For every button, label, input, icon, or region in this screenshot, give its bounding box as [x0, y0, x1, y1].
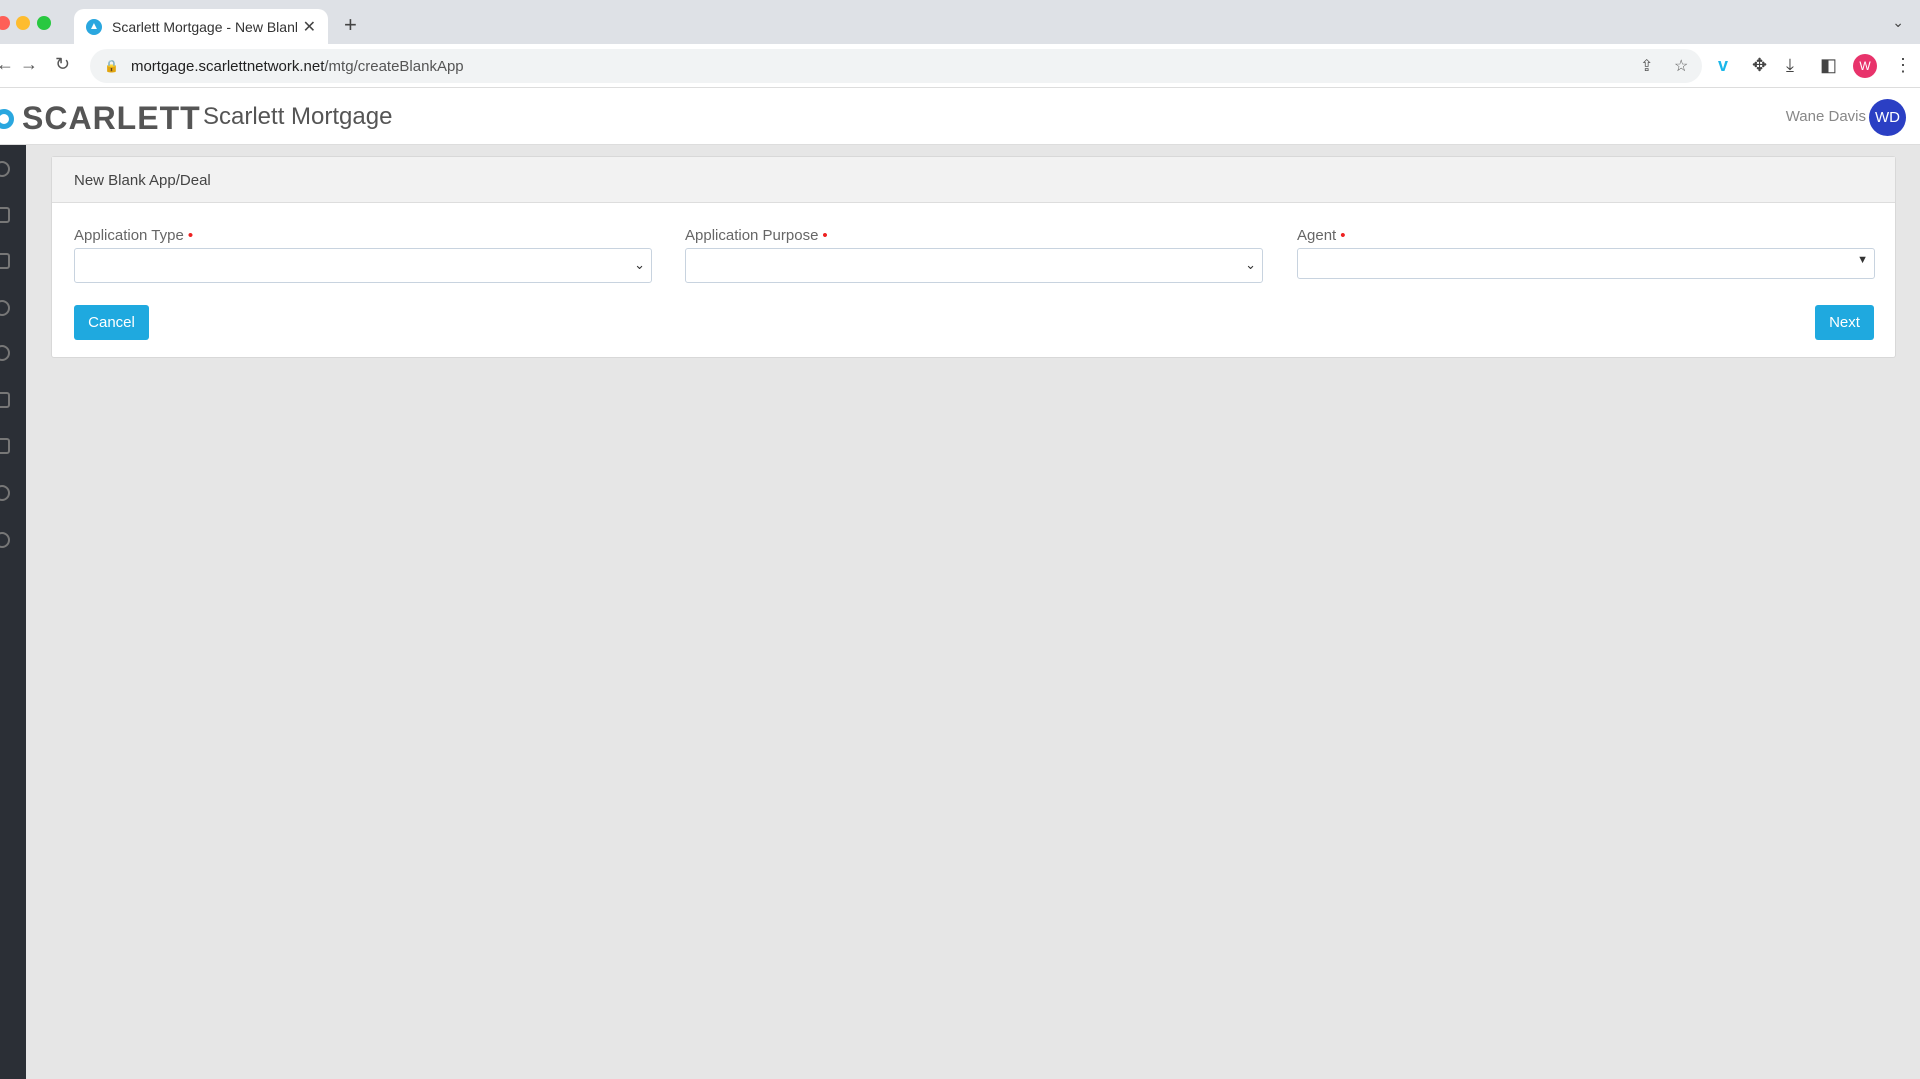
app-header: SCARLETT Scarlett Mortgage Wane Davis WD — [0, 88, 1920, 145]
sidebar-documents-icon[interactable] — [0, 207, 10, 223]
browser-tab-bar: ▲ Scarlett Mortgage - New Blank App/Deal… — [0, 0, 1920, 44]
application-purpose-label: Application Purpose• — [685, 227, 1263, 244]
browser-menu-icon[interactable]: ⋮ — [1894, 55, 1912, 76]
address-bar-row: ← → ↻ 🔒 mortgage.scarlettnetwork.net/mtg… — [0, 44, 1920, 88]
side-panel-icon[interactable]: ◧ — [1820, 55, 1837, 76]
forward-icon[interactable]: → — [20, 54, 38, 75]
cancel-button[interactable]: Cancel — [74, 305, 149, 340]
tab-search-chevron-icon[interactable]: ⌄ — [1892, 14, 1904, 31]
application-type-select[interactable]: ⌄ — [74, 248, 652, 283]
chevron-down-icon: ⌄ — [1245, 257, 1256, 273]
agent-select[interactable]: ▼ — [1297, 248, 1875, 279]
application-purpose-select[interactable]: ⌄ — [685, 248, 1263, 283]
label-text: Application Purpose — [685, 227, 818, 244]
minimize-window-button[interactable] — [16, 16, 30, 30]
reload-icon[interactable]: ↻ — [55, 54, 70, 75]
new-tab-button[interactable]: + — [344, 12, 357, 38]
required-mark: • — [1340, 227, 1345, 244]
browser-tab[interactable]: ▲ Scarlett Mortgage - New Blank App/Deal… — [74, 9, 328, 44]
user-avatar[interactable]: WD — [1869, 99, 1906, 136]
scarlett-logo[interactable]: SCARLETT — [0, 100, 201, 137]
label-text: Application Type — [74, 227, 184, 244]
app-title: Scarlett Mortgage — [203, 103, 392, 131]
sidebar-share-icon[interactable] — [0, 300, 10, 316]
tab-title: Scarlett Mortgage - New Blank App/Deal — [112, 19, 297, 35]
new-blank-app-card: New Blank App/Deal Application Type• ⌄ A… — [51, 156, 1896, 358]
url-input[interactable]: 🔒 mortgage.scarlettnetwork.net/mtg/creat… — [90, 49, 1702, 83]
lock-icon: 🔒 — [104, 59, 119, 73]
agent-field: Agent• ▼ — [1297, 227, 1875, 279]
sidebar-chart-icon[interactable] — [0, 438, 10, 454]
url-host: mortgage.scarlettnetwork.net — [131, 58, 324, 75]
site-favicon-icon: ▲ — [86, 19, 102, 35]
bookmark-star-icon[interactable]: ☆ — [1674, 56, 1688, 76]
close-window-button[interactable] — [0, 16, 10, 30]
label-text: Agent — [1297, 227, 1336, 244]
download-icon[interactable]: ⤓ — [1786, 55, 1794, 76]
sidebar-list-icon[interactable] — [0, 392, 10, 408]
sidebar-settings-icon[interactable] — [0, 485, 10, 501]
logo-ring-icon — [0, 109, 14, 129]
chevron-down-icon: ⌄ — [634, 257, 645, 273]
next-button[interactable]: Next — [1815, 305, 1874, 340]
sidebar — [0, 145, 26, 1079]
extensions-puzzle-icon[interactable]: ✥ — [1752, 55, 1767, 76]
browser-profile-avatar[interactable]: W — [1853, 54, 1877, 78]
back-icon[interactable]: ← — [0, 54, 14, 75]
application-type-field: Application Type• ⌄ — [74, 227, 652, 283]
caret-down-icon: ▼ — [1857, 254, 1868, 266]
close-tab-icon[interactable]: ✕ — [303, 17, 316, 37]
share-icon[interactable]: ⇪ — [1640, 56, 1653, 76]
card-title: New Blank App/Deal — [52, 157, 1895, 203]
required-mark: • — [188, 227, 193, 244]
sidebar-search-icon[interactable] — [0, 161, 10, 177]
application-type-label: Application Type• — [74, 227, 652, 244]
user-name[interactable]: Wane Davis — [1786, 108, 1866, 125]
logo-text: SCARLETT — [22, 100, 201, 137]
sidebar-phone-icon[interactable] — [0, 345, 10, 361]
agent-label: Agent• — [1297, 227, 1875, 244]
maximize-window-button[interactable] — [37, 16, 51, 30]
sidebar-calendar-icon[interactable] — [0, 253, 10, 269]
required-mark: • — [822, 227, 827, 244]
application-purpose-field: Application Purpose• ⌄ — [685, 227, 1263, 283]
vimeo-extension-icon[interactable]: v — [1718, 55, 1728, 76]
sidebar-logout-icon[interactable] — [0, 532, 10, 548]
url-path: /mtg/createBlankApp — [324, 58, 463, 75]
